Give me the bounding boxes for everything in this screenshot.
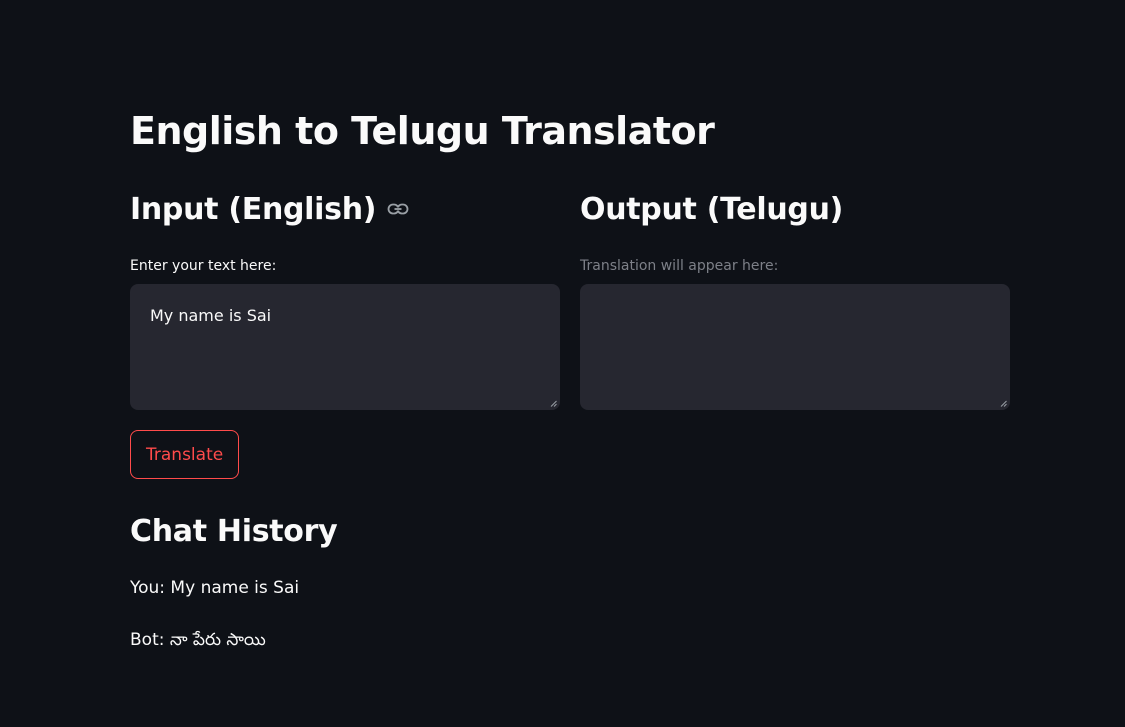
page-title: English to Telugu Translator [130, 109, 715, 153]
resize-grip-icon[interactable] [550, 400, 557, 407]
app-root: English to Telugu Translator Input (Engl… [0, 0, 1125, 727]
output-textarea-container [580, 284, 1010, 410]
translate-button[interactable]: Translate [130, 430, 240, 479]
chat-history-bot-message: Bot: నా పేరు సాయి [130, 630, 266, 650]
input-heading-text: Input (English) [130, 191, 377, 227]
output-column: Output (Telugu) Translation will appear … [580, 186, 1010, 410]
resize-grip-icon[interactable] [1000, 400, 1007, 407]
input-textarea[interactable]: My name is Sai [130, 284, 560, 410]
input-label: Enter your text here: [130, 258, 277, 274]
output-label: Translation will appear here: [580, 258, 779, 274]
output-textarea [580, 284, 1010, 410]
input-column: Input (English) Enter your text here: My… [130, 186, 560, 410]
chat-history-heading: Chat History [130, 514, 338, 549]
output-heading: Output (Telugu) [580, 191, 844, 227]
link-icon[interactable] [386, 197, 410, 221]
input-heading: Input (English) [130, 186, 560, 232]
chat-history-user-message: You: My name is Sai [130, 578, 300, 598]
input-textarea-container: My name is Sai [130, 284, 560, 410]
